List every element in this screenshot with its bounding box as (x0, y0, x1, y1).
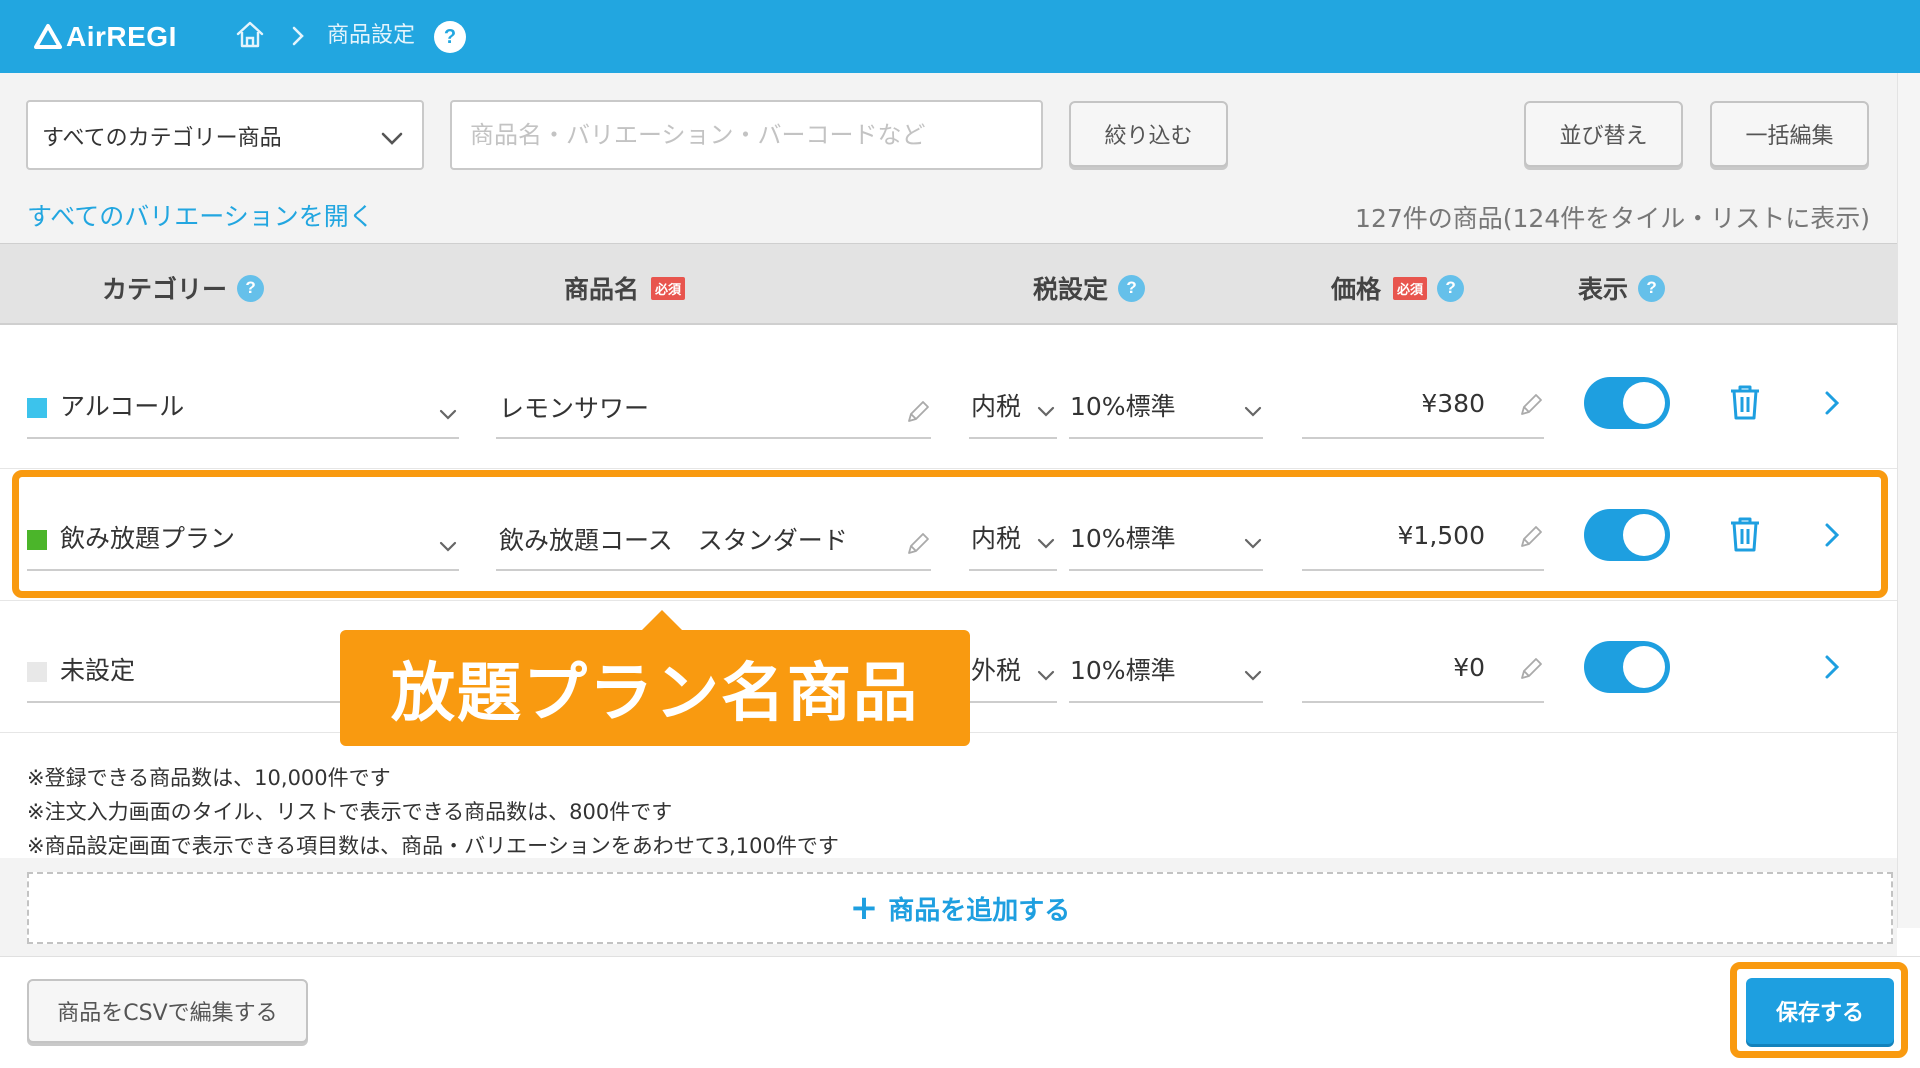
column-label: カテゴリー (102, 275, 228, 304)
toggle-knob (1623, 646, 1665, 688)
breadcrumb-chevron-icon (292, 26, 304, 46)
table-row: アルコール レモンサワー 内税 10%標準 ¥380 (0, 337, 1897, 469)
plus-icon: + (849, 888, 879, 928)
pencil-icon[interactable] (1518, 392, 1544, 418)
field-underline (27, 437, 459, 439)
category-color-swatch (27, 398, 47, 418)
chevron-down-icon[interactable] (437, 403, 459, 425)
chevron-down-icon[interactable] (1035, 664, 1057, 686)
note-line: ※注文入力画面のタイル、リストで表示できる商品数は、800件です (27, 800, 673, 824)
price-field[interactable]: ¥380 (1421, 389, 1485, 418)
home-icon[interactable] (234, 19, 266, 51)
annotation-callout: 放題プラン名商品 (340, 630, 970, 746)
add-product-button[interactable]: + 商品を追加する (27, 872, 1893, 944)
help-icon[interactable]: ? (1118, 274, 1146, 302)
airregi-logo[interactable]: AirREGI (33, 18, 177, 56)
tax-rate-select[interactable]: 10%標準 (1070, 387, 1176, 423)
column-header-display: 表示 ? (1578, 270, 1666, 306)
product-count: 127件の商品(124件をタイル・リストに表示) (1355, 204, 1870, 233)
field-underline (1302, 437, 1544, 439)
toggle-knob (1623, 382, 1665, 424)
tax-type-select[interactable]: 外税 (971, 651, 1021, 687)
column-header-tax: 税設定 ? (1033, 270, 1146, 306)
product-name-field[interactable]: レモンサワー (499, 389, 649, 425)
trash-icon[interactable] (1728, 383, 1762, 421)
column-header-category: カテゴリー ? (102, 270, 265, 306)
note-line: ※商品設定画面で表示できる項目数は、商品・バリエーションをあわせて3,100件で… (27, 834, 839, 858)
logo-mark-icon (34, 24, 62, 49)
field-underline (496, 437, 931, 439)
column-header-price: 価格 必須 ? (1331, 270, 1465, 306)
sort-button[interactable]: 並び替え (1524, 101, 1683, 167)
column-label: 表示 (1578, 275, 1629, 304)
field-underline (1069, 701, 1263, 703)
pencil-icon[interactable] (1518, 656, 1544, 682)
category-color-swatch (27, 662, 47, 682)
field-underline (969, 437, 1057, 439)
logo-text: AirREGI (66, 21, 177, 52)
category-value[interactable]: アルコール (60, 387, 184, 423)
csv-edit-button[interactable]: 商品をCSVで編集する (27, 979, 308, 1043)
tax-type-select[interactable]: 内税 (971, 387, 1021, 423)
field-underline (1069, 437, 1263, 439)
callout-pointer (640, 610, 684, 632)
help-icon[interactable]: ? (434, 21, 466, 53)
category-value[interactable]: 未設定 (60, 651, 135, 687)
field-underline (1302, 701, 1544, 703)
display-toggle[interactable] (1584, 377, 1670, 429)
required-badge: 必須 (1393, 276, 1428, 300)
highlight-frame-row (12, 470, 1888, 598)
filter-button[interactable]: 絞り込む (1069, 101, 1228, 167)
table-header: カテゴリー ? 商品名 必須 税設定 ? 価格 必須 ? 表示 ? (0, 243, 1897, 325)
required-badge: 必須 (651, 276, 686, 300)
breadcrumb-current: 商品設定 (327, 23, 416, 48)
column-label: 価格 (1331, 275, 1382, 304)
help-icon[interactable]: ? (1437, 274, 1465, 302)
price-field[interactable]: ¥0 (1453, 653, 1485, 682)
expand-all-variations-link[interactable]: すべてのバリエーションを開く (27, 197, 374, 233)
pencil-icon[interactable] (905, 399, 931, 425)
category-select-value: すべてのカテゴリー商品 (42, 126, 282, 151)
column-header-name: 商品名 必須 (564, 270, 686, 306)
add-product-label: 商品を追加する (888, 895, 1071, 926)
scrollbar[interactable] (1897, 73, 1920, 928)
column-label: 商品名 (564, 275, 640, 304)
chevron-right-icon[interactable] (1819, 652, 1845, 682)
help-icon[interactable]: ? (237, 274, 265, 302)
field-underline (969, 701, 1057, 703)
top-header-bar: AirREGI 商品設定 ? (0, 0, 1920, 73)
display-toggle[interactable] (1584, 641, 1670, 693)
bulk-edit-button[interactable]: 一括編集 (1710, 101, 1869, 167)
chevron-down-icon[interactable] (1242, 664, 1264, 686)
chevron-down-icon (381, 132, 403, 145)
column-label: 税設定 (1033, 275, 1109, 304)
chevron-right-icon[interactable] (1819, 388, 1845, 418)
save-button[interactable]: 保存する (1746, 978, 1894, 1044)
chevron-down-icon[interactable] (1242, 400, 1264, 422)
category-select[interactable]: すべてのカテゴリー商品 (26, 100, 424, 170)
help-icon[interactable]: ? (1638, 274, 1666, 302)
tax-rate-select[interactable]: 10%標準 (1070, 651, 1176, 687)
chevron-down-icon[interactable] (1035, 400, 1057, 422)
note-line: ※登録できる商品数は、10,000件です (27, 766, 391, 790)
search-input[interactable] (450, 100, 1043, 170)
